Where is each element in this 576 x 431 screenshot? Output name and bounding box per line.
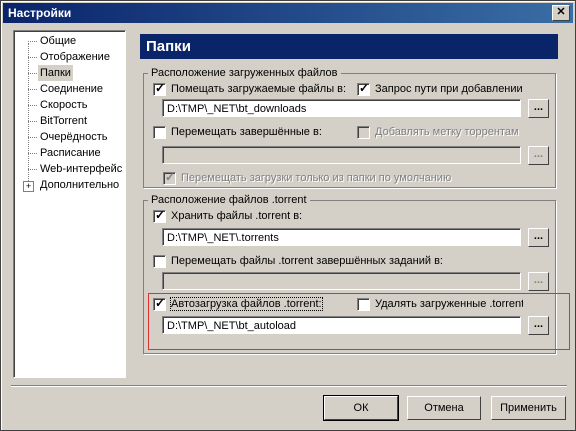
completed-torrents-browse-button: ... — [528, 272, 549, 291]
downloads-browse-button[interactable]: ... — [528, 99, 549, 118]
store-torrents-checkbox[interactable]: Хранить файлы .torrent в: — [153, 208, 303, 223]
tree-item-queueing[interactable]: Очерёдность — [38, 129, 110, 145]
torrents-path-field[interactable]: D:\TMP\_NET\.torrents — [162, 228, 521, 246]
tree-connector — [28, 153, 37, 154]
torrent-group-legend: Расположение файлов .torrent — [151, 194, 307, 206]
completed-browse-button: ... — [528, 146, 549, 165]
autoload-label: Автозагрузка файлов .torrent: — [170, 297, 323, 311]
move-completed-checkbox[interactable]: Перемещать завершённые в: — [153, 125, 322, 139]
close-icon: ✕ — [556, 6, 566, 18]
put-downloads-label: Помещать загружаемые файлы в: — [171, 83, 347, 95]
torrents-browse-button[interactable]: ... — [528, 228, 549, 247]
cancel-button[interactable]: Отмена — [407, 396, 481, 420]
tree-item-scheduler[interactable]: Расписание — [38, 145, 103, 161]
tree-item-folders[interactable]: Папки — [38, 65, 73, 81]
checkbox-box[interactable] — [153, 81, 166, 96]
autoload-checkbox[interactable]: Автозагрузка файлов .torrent: — [153, 296, 323, 311]
append-label-label: Добавлять метку торрентам — [375, 126, 519, 138]
store-torrents-label: Хранить файлы .torrent в: — [171, 210, 303, 222]
checkbox-box[interactable] — [153, 296, 166, 311]
move-completed-label: Перемещать завершённые в: — [171, 126, 322, 138]
append-label-checkbox: Добавлять метку торрентам — [357, 125, 519, 139]
move-completed-torrents-checkbox[interactable]: Перемещать файлы .torrent завершённых за… — [153, 254, 443, 268]
move-completed-torrents-label: Перемещать файлы .torrent завершённых за… — [171, 255, 443, 267]
completed-torrents-path-field — [162, 272, 521, 290]
tree-item-general[interactable]: Общие — [38, 33, 78, 49]
checkbox-box[interactable] — [153, 208, 166, 223]
autoload-path-field[interactable]: D:\TMP\_NET\bt_autoload — [162, 316, 521, 334]
checkbox-box — [163, 170, 176, 185]
checkbox-box[interactable] — [357, 297, 370, 311]
ask-path-label: Запрос пути при добавлении — [375, 83, 523, 95]
tree-connector — [28, 57, 37, 58]
downloads-group-legend: Расположение загруженных файлов — [151, 67, 338, 79]
ask-path-checkbox[interactable]: Запрос пути при добавлении — [357, 81, 523, 96]
tree-item-web-ui[interactable]: Web-интерфейс — [38, 161, 124, 177]
window-title: Настройки — [8, 6, 72, 20]
only-default-checkbox: Перемещать загрузки только из папки по у… — [163, 170, 452, 185]
tree-item-connection[interactable]: Соединение — [38, 81, 105, 97]
settings-window: Настройки ✕ Общие Отображение Папки Соед… — [0, 0, 576, 431]
expand-plus-icon[interactable]: + — [23, 181, 34, 192]
tree-item-advanced[interactable]: Дополнительно — [38, 177, 121, 193]
tree-connector — [28, 137, 37, 138]
tree-connector — [28, 121, 37, 122]
tree-connector — [28, 169, 37, 170]
checkbox-box — [357, 125, 370, 139]
autoload-browse-button[interactable]: ... — [528, 316, 549, 335]
tree-item-speed[interactable]: Скорость — [38, 97, 90, 113]
tree-item-display[interactable]: Отображение — [38, 49, 112, 65]
tree-connector — [28, 73, 37, 74]
tree-item-bittorrent[interactable]: BitTorrent — [38, 113, 89, 129]
checkbox-box[interactable] — [153, 254, 166, 268]
panel-title: Папки — [146, 38, 191, 55]
checkbox-box[interactable] — [357, 81, 370, 96]
settings-tree: Общие Отображение Папки Соединение Скоро… — [13, 30, 126, 378]
delete-loaded-checkbox[interactable]: Удалять загруженные .torrent — [357, 297, 523, 311]
downloads-path-field[interactable]: D:\TMP\_NET\bt_downloads — [162, 99, 521, 117]
delete-loaded-label: Удалять загруженные .torrent — [375, 298, 523, 310]
ok-button[interactable]: ОК — [323, 395, 399, 421]
only-default-label: Перемещать загрузки только из папки по у… — [181, 172, 452, 184]
bottom-separator — [11, 385, 567, 387]
close-button[interactable]: ✕ — [552, 5, 570, 21]
tree-connector — [28, 41, 37, 42]
checkbox-box[interactable] — [153, 125, 166, 139]
tree-connector — [28, 89, 37, 90]
panel-header: Папки — [140, 34, 558, 59]
apply-button[interactable]: Применить — [491, 396, 566, 420]
tree-connector — [28, 105, 37, 106]
tree-connector — [28, 43, 29, 187]
title-bar: Настройки ✕ — [3, 3, 573, 23]
completed-path-field — [162, 146, 521, 164]
put-downloads-checkbox[interactable]: Помещать загружаемые файлы в: — [153, 81, 347, 96]
